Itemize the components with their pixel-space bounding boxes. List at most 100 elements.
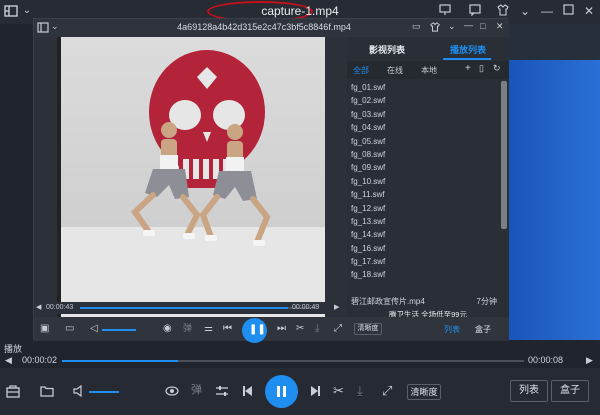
main-seek-fill	[62, 360, 178, 362]
list-item[interactable]: fg_03.swf	[347, 108, 497, 121]
danmaku-icon[interactable]: 弹	[191, 385, 202, 396]
close-icon[interactable]: ✕	[582, 4, 596, 18]
scissors-icon[interactable]: ✂	[333, 384, 344, 397]
inner-volume-icon[interactable]: ◁	[90, 324, 98, 334]
subtab-local[interactable]: 本地	[421, 65, 437, 76]
inner-next-icon[interactable]: ⏭	[277, 324, 286, 334]
list-item[interactable]: fg_16.swf	[347, 242, 497, 255]
inner-fullscreen-icon[interactable]: ⤢	[334, 324, 342, 334]
playlist-panel: 影视列表 播放列表 全部 在线 本地 + ▯ ↻ fg_01.swf fg_02…	[347, 37, 509, 320]
equalizer-icon[interactable]	[215, 385, 229, 399]
inner-box-button[interactable]: 盒子	[475, 324, 491, 335]
inner-seek-fill	[80, 307, 288, 309]
main-seek-track[interactable]	[62, 360, 524, 362]
box-button[interactable]: 盒子	[551, 380, 589, 402]
inner-skin-icon[interactable]	[430, 22, 440, 34]
pause-button[interactable]	[265, 375, 298, 408]
eye-icon[interactable]	[165, 385, 179, 399]
next-icon[interactable]	[310, 385, 321, 399]
inner-equalizer-icon[interactable]: ⚌	[204, 324, 213, 334]
inner-seek-track[interactable]	[80, 307, 316, 309]
subtab-online[interactable]: 在线	[387, 65, 403, 76]
inner-pause-button[interactable]: ❚❚	[242, 318, 267, 343]
inner-scissors-icon[interactable]: ✂	[296, 324, 304, 334]
subtab-all[interactable]: 全部	[353, 65, 369, 76]
inner-player-window: ⌄ 4a69128a4b42d315e2c47c3bf5c8846f.mp4 ▭…	[33, 18, 509, 343]
maximize-icon[interactable]	[561, 4, 575, 18]
inner-download-icon[interactable]: ⤓	[315, 324, 319, 334]
inner-control-bar: ▣ ▭ ◁ ◉ 弹 ⚌ ⏮ ❚❚ ⏭ ✂ ⤓ ⤢ 清晰度 列表 盒子	[34, 317, 509, 343]
list-item[interactable]: fg_02.swf	[347, 94, 497, 107]
app-logo-icon[interactable]	[4, 4, 18, 18]
add-icon[interactable]: +	[465, 64, 471, 74]
inner-next-frame-icon[interactable]: ▶	[334, 304, 339, 311]
list-item[interactable]: fg_13.swf	[347, 215, 497, 228]
main-seekbar-row: ◀ 00:00:02 00:00:08 ▶	[0, 354, 600, 368]
list-button[interactable]: 列表	[510, 380, 548, 402]
toolbox-icon[interactable]	[6, 385, 20, 400]
tab-playlist[interactable]: 播放列表	[450, 43, 486, 56]
minimize-icon[interactable]: —	[540, 4, 554, 18]
inner-prev-icon[interactable]: ⏮	[223, 324, 232, 334]
inner-pause-icon: ❚❚	[249, 324, 266, 335]
right-blue-panel	[509, 24, 600, 340]
time-current: 00:00:02	[22, 355, 58, 365]
fullscreen-icon[interactable]: ⤢	[382, 384, 392, 397]
playlist-scrollbar[interactable]	[501, 81, 507, 229]
list-item[interactable]: fg_01.swf	[347, 81, 497, 94]
list-item[interactable]: fg_14.swf	[347, 228, 497, 241]
inner-chevron-icon[interactable]: ⌄	[51, 22, 59, 31]
inner-title-bar: ⌄ 4a69128a4b42d315e2c47c3bf5c8846f.mp4 ▭…	[34, 19, 509, 37]
tab-video-list[interactable]: 影视列表	[369, 43, 405, 56]
list-item[interactable]: fg_17.swf	[347, 255, 497, 268]
prev-frame-icon[interactable]: ◀	[5, 356, 12, 365]
open-folder-icon[interactable]	[40, 385, 54, 399]
volume-icon[interactable]	[73, 384, 85, 399]
inner-time-total: 00:00:49	[292, 304, 320, 311]
featured-item[interactable]: 碧江邮政宣传片.mp4 7分钟	[347, 295, 509, 309]
time-total: 00:00:08	[528, 355, 564, 365]
inner-logo-icon[interactable]	[37, 22, 49, 36]
inner-window-title: 4a69128a4b42d315e2c47c3bf5c8846f.mp4	[177, 22, 351, 32]
skin-shirt-icon[interactable]	[496, 4, 510, 18]
inner-quality-button[interactable]: 清晰度	[354, 323, 382, 335]
next-frame-icon[interactable]: ▶	[586, 356, 593, 365]
menu-chevron-icon[interactable]: ⌄	[20, 4, 34, 18]
list-item[interactable]: fg_08.swf	[347, 148, 497, 161]
message-icon[interactable]	[468, 4, 482, 18]
inner-maximize-icon[interactable]: □	[480, 22, 485, 31]
video-content-image	[131, 50, 271, 246]
inner-toolbox-icon[interactable]: ▣	[40, 324, 49, 334]
inner-feedback-icon[interactable]: ▭	[412, 22, 421, 31]
list-item[interactable]: fg_09.swf	[347, 161, 497, 174]
inner-close-icon[interactable]: ✕	[496, 22, 504, 31]
list-item[interactable]: fg_05.swf	[347, 135, 497, 148]
playlist-items: fg_01.swf fg_02.swf fg_03.swf fg_04.swf …	[347, 81, 497, 282]
list-item[interactable]: fg_11.swf	[347, 188, 497, 201]
list-item[interactable]: fg_18.swf	[347, 268, 497, 281]
inner-danmaku-icon[interactable]: 弹	[183, 324, 192, 333]
inner-volume-slider[interactable]	[102, 329, 136, 331]
list-item[interactable]: fg_12.swf	[347, 202, 497, 215]
quality-button[interactable]: 清晰度	[407, 384, 441, 400]
inner-minimize-icon[interactable]: —	[464, 21, 473, 30]
inner-seekbar-row: ◀ 00:00:43 00:00:49 ▶	[34, 302, 347, 314]
inner-list-button[interactable]: 列表	[444, 324, 460, 335]
loop-icon[interactable]: ↻	[493, 64, 501, 73]
file-icon[interactable]: ▯	[479, 64, 484, 73]
volume-slider[interactable]	[89, 391, 119, 393]
prev-icon[interactable]	[242, 385, 253, 399]
video-frame[interactable]	[57, 37, 325, 320]
inner-eye-icon[interactable]: ◉	[163, 324, 172, 334]
inner-prev-frame-icon[interactable]: ◀	[36, 304, 41, 311]
download-icon[interactable]: ⤓	[357, 384, 363, 397]
featured-item-name: 碧江邮政宣传片.mp4	[351, 297, 425, 306]
list-item[interactable]: fg_04.swf	[347, 121, 497, 134]
app-root: ⌄ capture-1.mp4 ⌄ — ✕ ⌄ 4a69128a4b42d315…	[0, 0, 600, 415]
dropdown-menu-icon[interactable]: ⌄	[518, 4, 532, 18]
list-item[interactable]: fg_10.swf	[347, 175, 497, 188]
inner-dropdown-icon[interactable]: ⌄	[448, 22, 456, 31]
main-control-bar: 弹 ✂ ⤓ ⤢ 清晰度 列表 盒子	[0, 368, 600, 415]
feedback-icon[interactable]	[438, 4, 452, 18]
inner-open-folder-icon[interactable]: ▭	[65, 324, 74, 334]
